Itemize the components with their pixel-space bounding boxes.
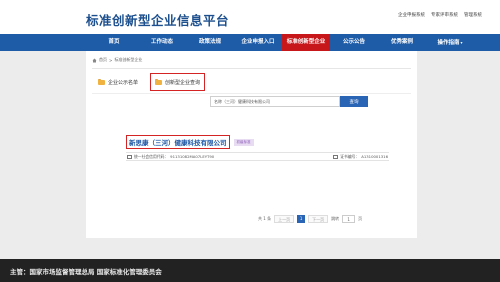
pager-goto-label: 跳转 xyxy=(331,216,340,221)
top-link-admin[interactable]: 管理系统 xyxy=(464,12,482,18)
credit-code-value: 91131082MA07LEYT90 xyxy=(170,154,215,159)
top-header: 标准创新型企业信息平台 企业申报系统 专家评审系统 管理系统 xyxy=(0,0,500,34)
home-icon xyxy=(92,58,97,62)
content-panel: 首页 > 标准创新型企业 企业公示名单 创新型企业查询 查询 新思康（三河）健康… xyxy=(86,51,417,238)
folder-icon xyxy=(155,79,163,85)
pager-total: 共 1 条 xyxy=(258,216,272,221)
pager-goto-input[interactable]: 1 xyxy=(342,215,356,223)
result-item: 新思康（三河）健康科技有限公司 初级标准 统一社会信用代码： 91131082M… xyxy=(126,135,389,161)
tab-enterprise-query[interactable]: 创新型企业查询 xyxy=(150,73,206,91)
nav-item-apply[interactable]: 企业申报入口 xyxy=(234,34,282,51)
site-title[interactable]: 标准创新型企业信息平台 xyxy=(86,10,229,29)
credit-code-label: 统一社会信用代码： xyxy=(134,153,169,159)
tab-public-list[interactable]: 企业公示名单 xyxy=(94,73,142,91)
pager-prev-button[interactable]: 上一页 xyxy=(274,215,295,223)
nav-item-home[interactable]: 首页 xyxy=(90,34,138,51)
footer: 主管：国家市场监督管理总局 国家标准化管理委员会 xyxy=(0,259,500,282)
nav-item-cases[interactable]: 优秀案例 xyxy=(378,34,426,51)
search-input[interactable] xyxy=(210,96,340,107)
dropdown-icon: ▾ xyxy=(460,40,463,45)
nav-item-guide-label: 操作指南 xyxy=(437,40,460,46)
tab-divider xyxy=(92,93,411,94)
nav-item-work-news[interactable]: 工作动态 xyxy=(138,34,186,51)
top-link-enterprise[interactable]: 企业申报系统 xyxy=(398,12,425,18)
pager-next-button[interactable]: 下一页 xyxy=(308,215,329,223)
breadcrumb-divider xyxy=(92,68,411,69)
breadcrumb-separator: > xyxy=(109,57,113,63)
nav-item-policy[interactable]: 政策法规 xyxy=(186,34,234,51)
search-row: 查询 xyxy=(210,96,368,107)
cert-number-field: 证书编号： A1310001316 xyxy=(333,154,388,160)
search-button[interactable]: 查询 xyxy=(340,96,368,107)
tab-bar: 企业公示名单 创新型企业查询 xyxy=(94,73,206,91)
company-info-row: 统一社会信用代码： 91131082MA07LEYT90 证书编号： A1310… xyxy=(126,152,389,161)
pager-page-1[interactable]: 1 xyxy=(297,215,306,223)
tab-public-list-label: 企业公示名单 xyxy=(108,79,139,86)
breadcrumb: 首页 > 标准创新型企业 xyxy=(92,57,142,63)
folder-icon xyxy=(98,79,105,85)
credit-code-field: 统一社会信用代码： 91131082MA07LEYT90 xyxy=(127,154,214,160)
company-name-link[interactable]: 新思康（三河）健康科技有限公司 xyxy=(126,135,230,149)
tab-enterprise-query-label: 创新型企业查询 xyxy=(165,79,201,86)
breadcrumb-home[interactable]: 首页 xyxy=(99,57,107,63)
certificate-icon xyxy=(333,154,339,159)
company-row: 新思康（三河）健康科技有限公司 初级标准 xyxy=(126,135,389,149)
id-card-icon xyxy=(127,154,132,159)
footer-supervisor-text: 主管：国家市场监督管理总局 国家标准化管理委员会 xyxy=(10,268,162,276)
breadcrumb-current: 标准创新型企业 xyxy=(114,57,143,62)
level-badge: 初级标准 xyxy=(233,138,254,146)
main-nav: 首页 工作动态 政策法规 企业申报入口 标准创新型企业 公示公告 优秀案例 操作… xyxy=(0,34,500,51)
cert-number-value: A1310001316 xyxy=(361,154,388,159)
top-links: 企业申报系统 专家评审系统 管理系统 xyxy=(398,12,482,18)
nav-item-guide[interactable]: 操作指南▾ xyxy=(426,34,474,51)
nav-item-announcements[interactable]: 公示公告 xyxy=(330,34,378,51)
pagination: 共 1 条 上一页 1 下一页 跳转 1 页 xyxy=(258,215,362,223)
cert-number-label: 证书编号： xyxy=(340,153,360,159)
nav-item-standard-innovative[interactable]: 标准创新型企业 xyxy=(282,34,330,51)
top-link-expert[interactable]: 专家评审系统 xyxy=(431,12,458,18)
pager-page-unit: 页 xyxy=(358,216,363,221)
